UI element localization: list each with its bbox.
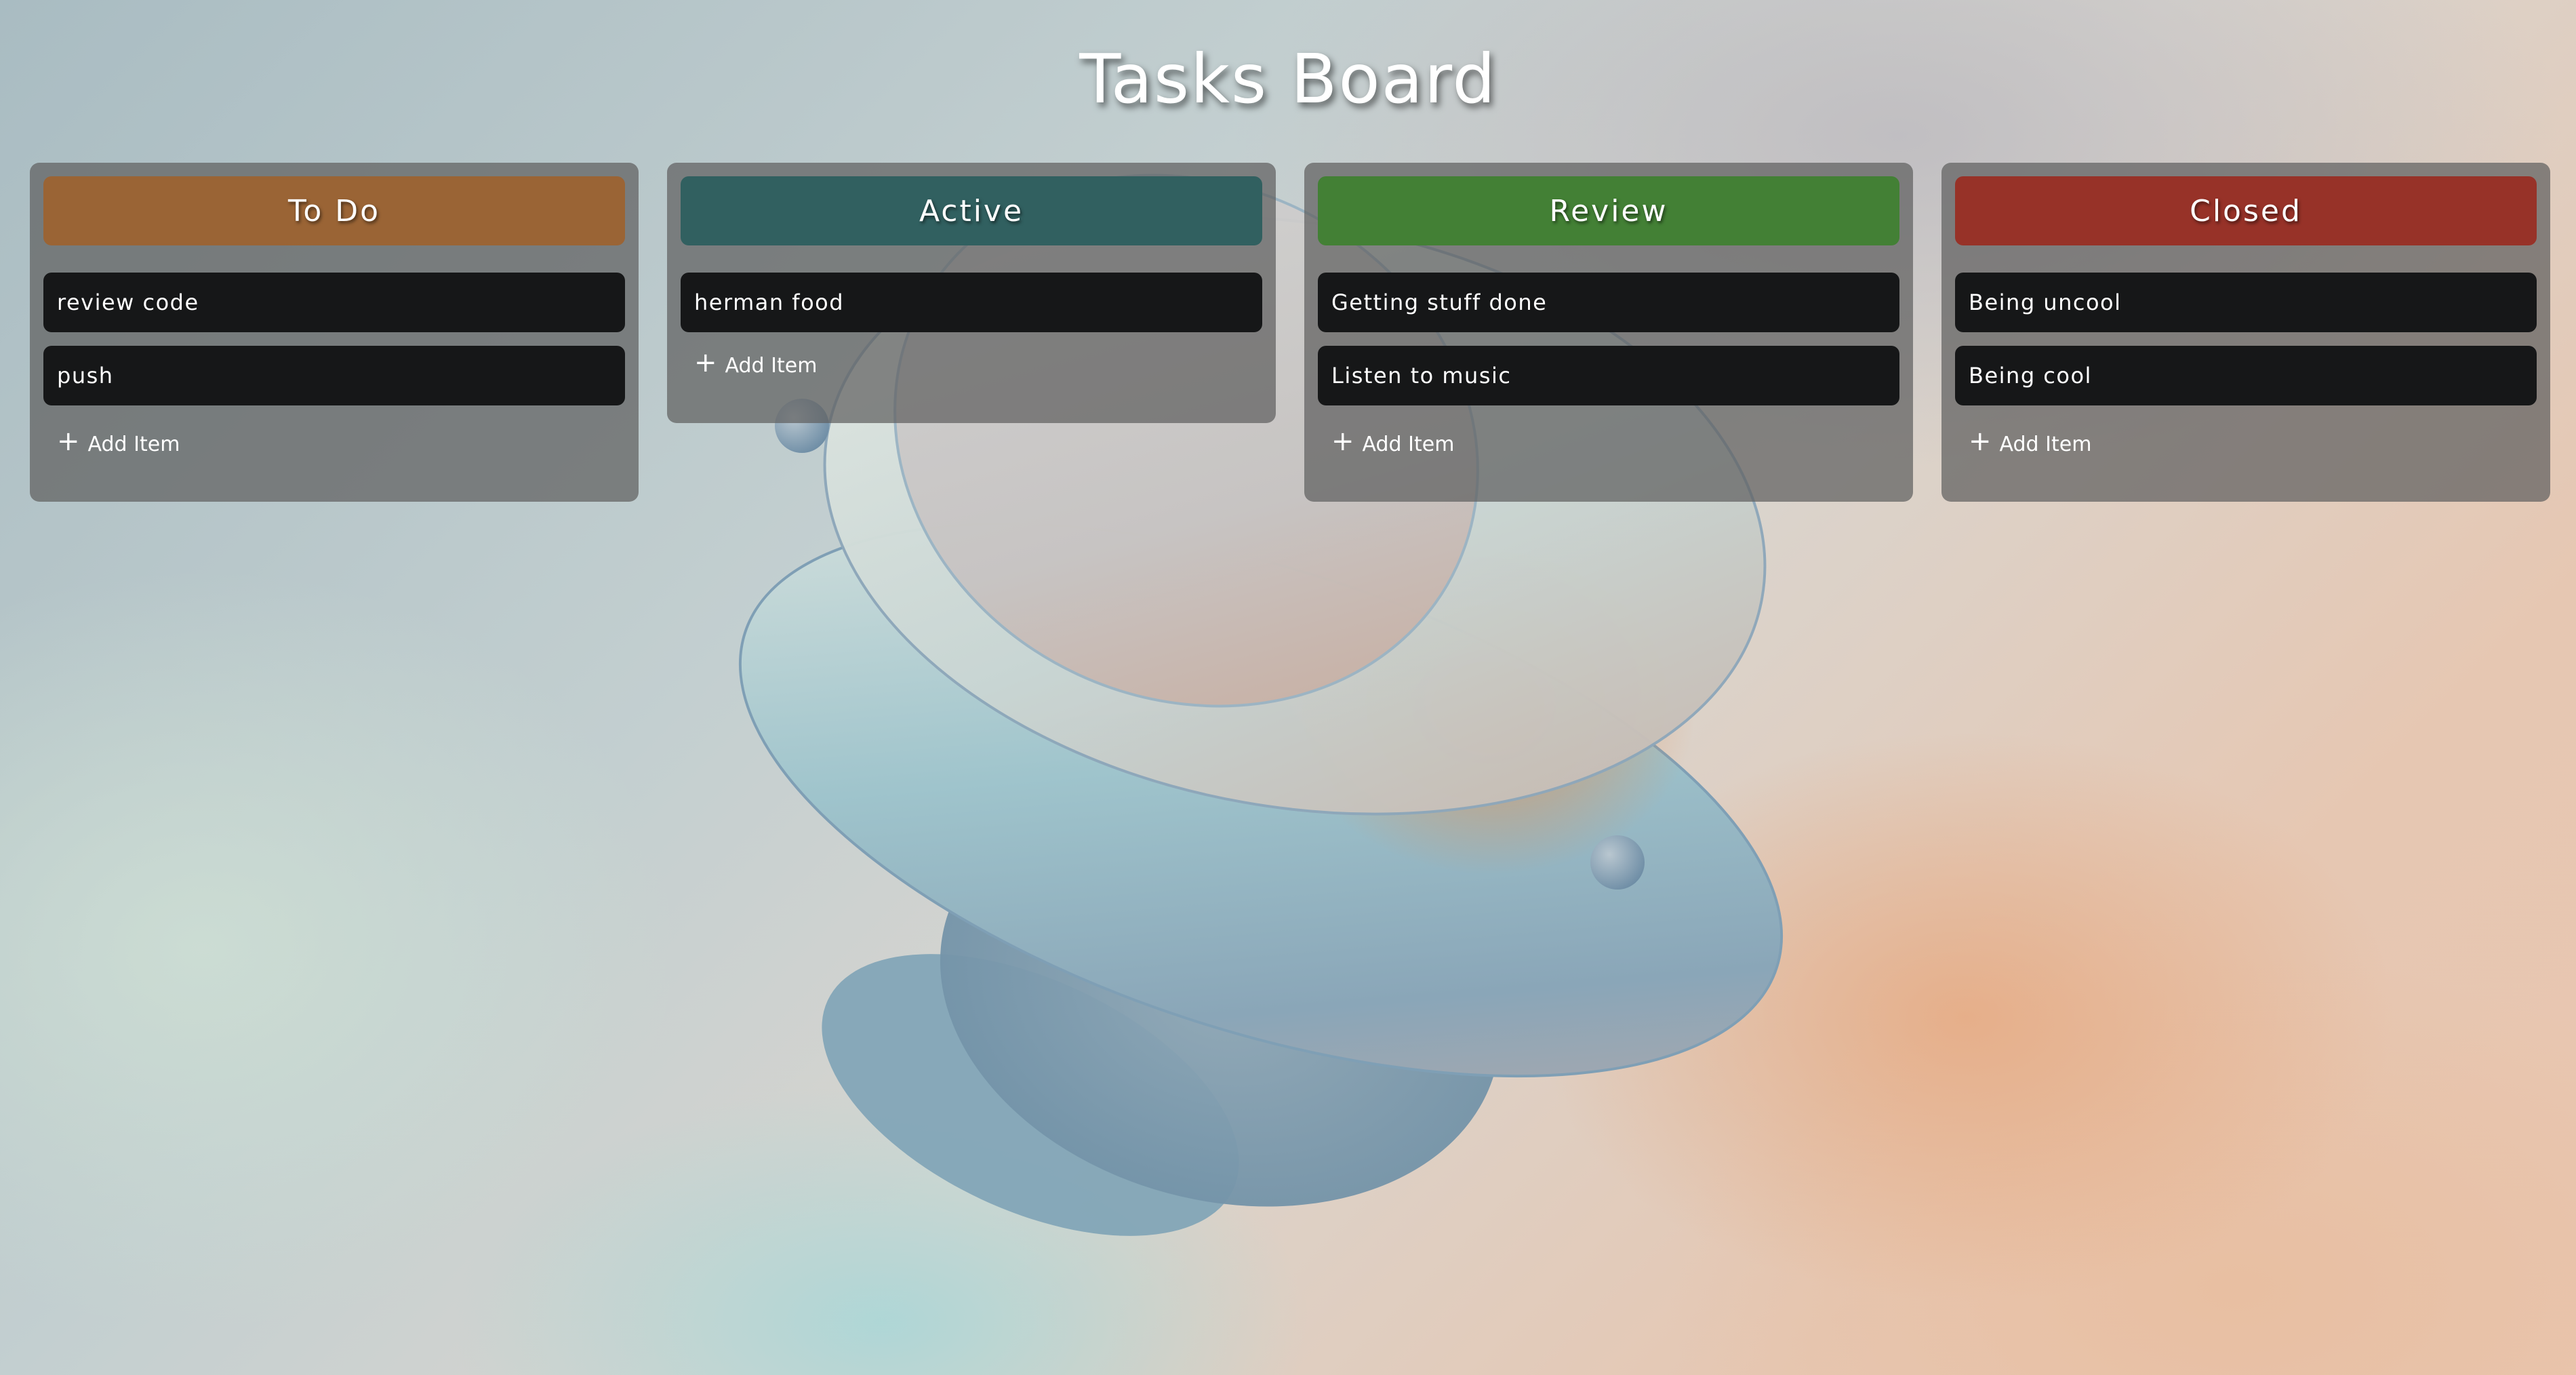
add-item-label: Add Item [87, 432, 180, 456]
add-item-button-todo[interactable]: + Add Item [43, 427, 625, 461]
plus-icon: + [1331, 426, 1354, 457]
add-item-label: Add Item [1362, 432, 1455, 456]
plus-icon: + [1969, 426, 1992, 457]
column-header-active: Active [681, 176, 1262, 245]
plus-icon: + [57, 426, 80, 457]
plus-icon: + [694, 347, 717, 378]
add-item-label: Add Item [725, 353, 818, 378]
page-title: Tasks Board [1079, 39, 1497, 119]
add-item-button-active[interactable]: + Add Item [681, 348, 1262, 382]
add-item-button-review[interactable]: + Add Item [1318, 427, 1899, 461]
add-item-button-closed[interactable]: + Add Item [1955, 427, 2537, 461]
column-active: Active herman food + Add Item [667, 163, 1276, 423]
task-card[interactable]: Getting stuff done [1318, 273, 1899, 332]
column-header-closed: Closed [1955, 176, 2537, 245]
column-review: Review Getting stuff done Listen to musi… [1304, 163, 1913, 502]
column-closed: Closed Being uncool Being cool + Add Ite… [1941, 163, 2550, 502]
column-header-review: Review [1318, 176, 1899, 245]
task-card[interactable]: Listen to music [1318, 346, 1899, 405]
task-card[interactable]: review code [43, 273, 625, 332]
column-todo: To Do review code push + Add Item [30, 163, 639, 502]
column-header-todo: To Do [43, 176, 625, 245]
board-columns: To Do review code push + Add Item Active… [30, 163, 2552, 515]
task-card[interactable]: herman food [681, 273, 1262, 332]
task-card[interactable]: Being cool [1955, 346, 2537, 405]
task-card[interactable]: Being uncool [1955, 273, 2537, 332]
task-card[interactable]: push [43, 346, 625, 405]
add-item-label: Add Item [1999, 432, 2092, 456]
